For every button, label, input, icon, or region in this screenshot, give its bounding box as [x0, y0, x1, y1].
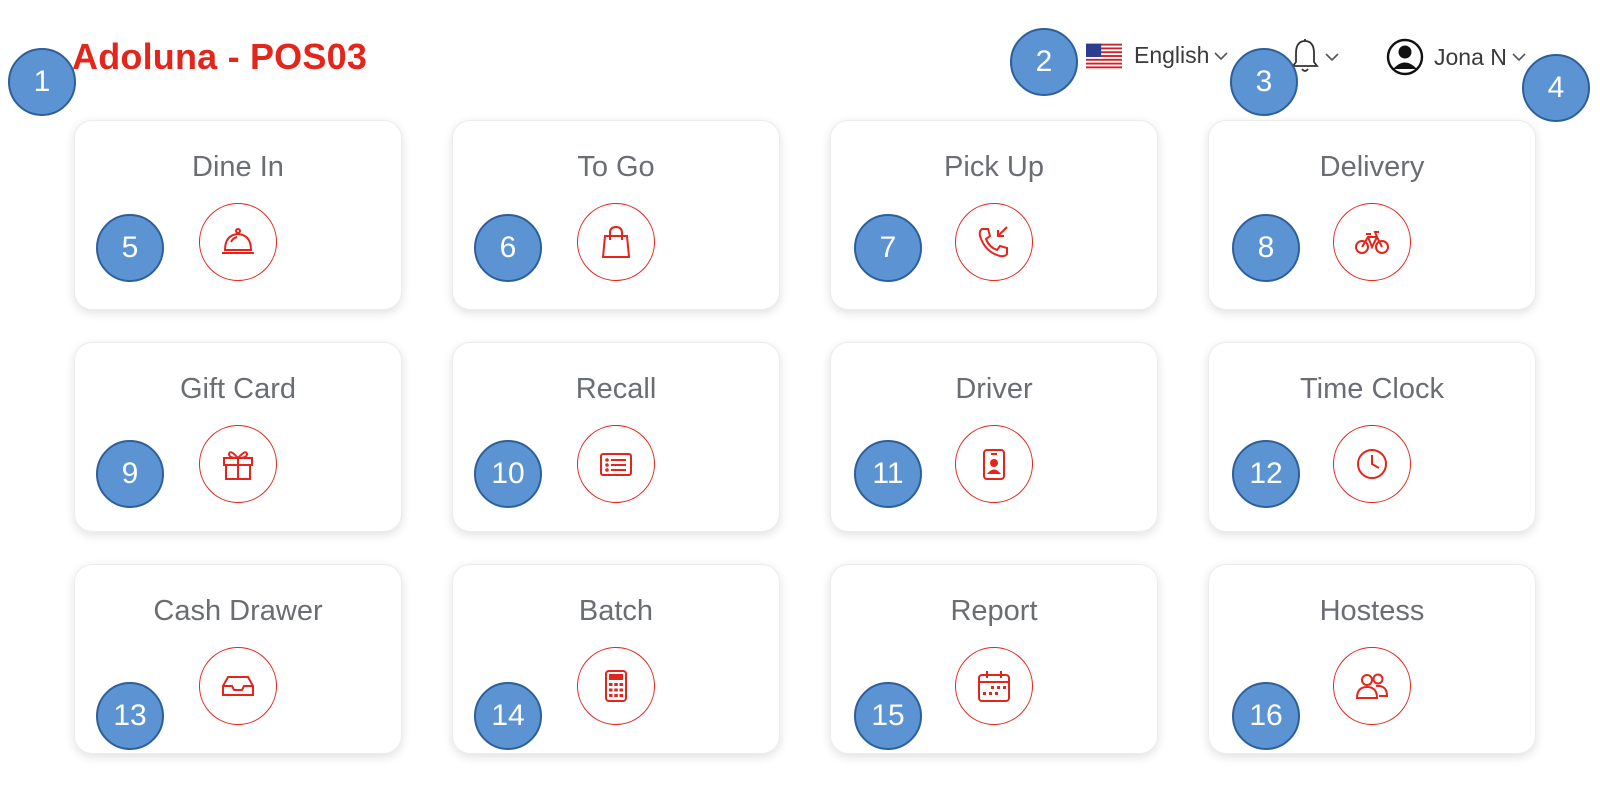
- us-flag-icon: [1086, 43, 1122, 68]
- language-selector[interactable]: English: [1086, 42, 1229, 69]
- tile-label: Dine In: [192, 151, 284, 183]
- marker-16: 16: [1232, 682, 1300, 750]
- tile-label: Hostess: [1319, 595, 1425, 627]
- marker-8: 8: [1232, 214, 1300, 282]
- marker-5: 5: [96, 214, 164, 282]
- user-circle-icon: [1386, 38, 1424, 76]
- tile-label: Driver: [955, 373, 1033, 405]
- calendar-icon: [955, 647, 1033, 725]
- user-name: Jona N: [1434, 43, 1507, 70]
- tile-label: Time Clock: [1300, 373, 1444, 405]
- id-badge-icon: [955, 425, 1033, 503]
- marker-13: 13: [96, 682, 164, 750]
- tile-label: Delivery: [1319, 151, 1425, 183]
- marker-7: 7: [854, 214, 922, 282]
- notifications-button[interactable]: [1290, 38, 1340, 76]
- language-label: English: [1134, 42, 1210, 68]
- marker-15: 15: [854, 682, 922, 750]
- marker-1: 1: [8, 48, 76, 116]
- people-icon: [1333, 647, 1411, 725]
- incoming-call-icon: [955, 203, 1033, 281]
- marker-6: 6: [474, 214, 542, 282]
- tile-label: Recall: [575, 373, 657, 405]
- tile-label: Cash Drawer: [153, 595, 323, 627]
- drawer-tray-icon: [199, 647, 277, 725]
- chevron-down-icon: [1214, 51, 1229, 60]
- app-title: Adoluna - POS03: [72, 36, 368, 77]
- marker-3: 3: [1230, 48, 1298, 116]
- marker-14: 14: [474, 682, 542, 750]
- user-menu[interactable]: Jona N: [1386, 38, 1527, 76]
- marker-10: 10: [474, 440, 542, 508]
- marker-12: 12: [1232, 440, 1300, 508]
- bicycle-icon: [1333, 203, 1411, 281]
- calculator-icon: [577, 647, 655, 725]
- chevron-down-icon: [1325, 53, 1339, 62]
- tile-label: Report: [950, 595, 1038, 627]
- clock-icon: [1333, 425, 1411, 503]
- serving-cloche-icon: [199, 203, 277, 281]
- receipt-list-icon: [577, 425, 655, 503]
- tile-label: Pick Up: [944, 151, 1044, 183]
- tile-label: Gift Card: [179, 373, 297, 405]
- tile-label: Batch: [578, 595, 654, 627]
- marker-9: 9: [96, 440, 164, 508]
- marker-4: 4: [1522, 54, 1590, 122]
- chevron-down-icon: [1512, 53, 1526, 62]
- shopping-bag-icon: [577, 203, 655, 281]
- marker-11: 11: [854, 440, 922, 508]
- marker-2: 2: [1010, 28, 1078, 96]
- gift-icon: [199, 425, 277, 503]
- tile-label: To Go: [577, 151, 655, 183]
